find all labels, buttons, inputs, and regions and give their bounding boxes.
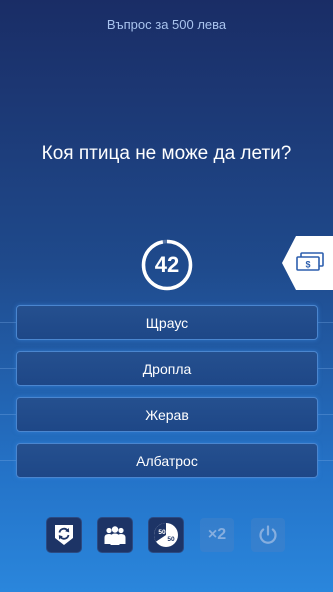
power-icon bbox=[259, 525, 277, 544]
svg-text:$: $ bbox=[305, 260, 310, 270]
fifty-label-a: 50 bbox=[158, 529, 166, 536]
fifty-label-b: 50 bbox=[167, 536, 175, 543]
audience-icon bbox=[104, 526, 126, 545]
switch-question-lifeline[interactable] bbox=[47, 518, 81, 552]
double-dip-lifeline[interactable]: ×2 bbox=[200, 518, 234, 552]
question-prize-label: Въпрос за 500 лева bbox=[106, 17, 227, 32]
money-icon: $ bbox=[296, 252, 324, 271]
ask-audience-lifeline[interactable] bbox=[98, 518, 132, 552]
prize-ladder-button[interactable]: $ bbox=[282, 236, 333, 290]
timer-value: 42 bbox=[154, 252, 180, 277]
question-text: Коя птица не може да лети? bbox=[41, 143, 292, 164]
double-dip-icon: ×2 bbox=[207, 526, 227, 543]
quit-game-button[interactable] bbox=[251, 518, 285, 552]
answer-button-a[interactable]: Щраус bbox=[16, 305, 318, 340]
fifty-fifty-lifeline[interactable]: 50 50 bbox=[149, 518, 183, 552]
answer-button-c[interactable]: Жерав bbox=[16, 397, 318, 432]
answer-button-b[interactable]: Дропла bbox=[16, 351, 318, 386]
answer-button-d[interactable]: Албатрос bbox=[16, 443, 318, 478]
fifty-fifty-icon: 50 50 bbox=[154, 523, 178, 547]
countdown-timer: 42 bbox=[140, 238, 194, 292]
switch-question-icon bbox=[55, 525, 73, 545]
